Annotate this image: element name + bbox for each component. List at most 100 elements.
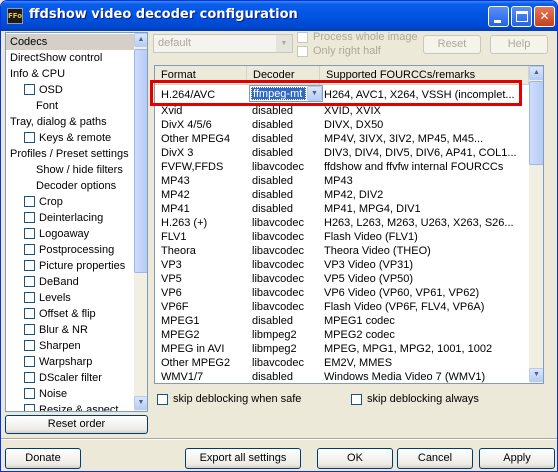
codec-row[interactable]: MPEG1 disabled MPEG1 codec [155, 314, 529, 328]
codec-list[interactable]: Format Decoder Supported FOURCCs/remarks… [154, 65, 544, 384]
tree-item-checkbox[interactable] [24, 372, 35, 383]
codec-row[interactable]: MP42 disabled MP42, DIV2 [155, 188, 529, 202]
tree-item-checkbox[interactable] [24, 132, 35, 143]
scroll-up-arrow-icon[interactable]: ▲ [529, 66, 543, 80]
codec-row[interactable]: MPEG in AVI libmpeg2 MPEG, MPG1, MPG2, 100… [155, 342, 529, 356]
fourcc-cell: MP43 [324, 175, 353, 187]
decoder-cell: disabled [252, 371, 293, 383]
decoder-cell: disabled [252, 203, 293, 215]
codec-row[interactable]: Other MPEG4 disabled MP4V, 3IVX, 3IV2, MP4… [155, 132, 529, 146]
format-cell: Xvid [161, 105, 183, 117]
reset-button[interactable]: Reset [423, 35, 481, 54]
codec-row[interactable]: H.263 (+) libavcodec H263, L263, M263, U26… [155, 216, 529, 230]
codec-row[interactable]: FLV1 libavcodec Flash Video (FLV1) [155, 230, 529, 244]
settings-tree[interactable]: ▲ ▼ Codecs DirectShow control Info & CPU OS… [5, 32, 148, 412]
ffdshow-app-icon[interactable]: FFo [7, 8, 23, 24]
title-bar[interactable]: FFo ffdshow video decoder configuration … [1, 1, 557, 31]
fourcc-cell: DIVX, DX50 [324, 119, 384, 131]
tree-item-checkbox[interactable] [24, 340, 35, 351]
cancel-button[interactable]: Cancel [397, 448, 473, 469]
codec-row[interactable]: WMV1/7 disabled Windows Media Video 7 (WMV… [155, 370, 529, 383]
checkbox-box[interactable] [157, 394, 168, 405]
tree-item-checkbox[interactable] [24, 324, 35, 335]
tree-item[interactable]: Codecs [6, 34, 134, 50]
decoder-cell: disabled [252, 105, 293, 117]
profile-select[interactable]: default ▼ [153, 34, 293, 53]
tree-item-checkbox[interactable] [24, 292, 35, 303]
codec-row[interactable]: Theora libavcodec Theora Video (THEO) [155, 244, 529, 258]
format-cell: FLV1 [161, 231, 187, 243]
tree-item-label: Resize & aspect [39, 404, 119, 412]
decoder-cell: libavcodec [252, 273, 304, 285]
decoder-cell: disabled [252, 175, 293, 187]
tree-item-label: Logoaway [39, 228, 90, 240]
decoder-cell: disabled [252, 133, 293, 145]
codec-row[interactable]: FVFW,FFDS libavcodec ffdshow and ffvfw int… [155, 160, 529, 174]
format-cell: VP3 [161, 259, 182, 271]
format-cell: MP43 [161, 175, 190, 187]
tree-item-checkbox[interactable] [24, 228, 35, 239]
tree-scroll-thumb[interactable] [134, 49, 147, 273]
format-cell: Other MPEG4 [161, 133, 231, 145]
tree-scrollbar[interactable]: ▲ ▼ [134, 33, 147, 411]
maximize-button[interactable] [511, 6, 532, 27]
codec-row[interactable]: Other MPEG2 libavcodec EM2V, MMES [155, 356, 529, 370]
fourcc-cell: MPEG1 codec [324, 315, 395, 327]
codec-row[interactable]: DivX 3 disabled DIV3, DIV4, DIV5, DIV6, AP… [155, 146, 529, 160]
fourcc-cell: VP3 Video (VP31) [324, 259, 414, 271]
maximize-icon [516, 11, 528, 22]
close-button[interactable]: ✕ [534, 6, 555, 27]
list-scrollbar[interactable]: ▲ ▼ [529, 66, 543, 383]
tree-item-checkbox[interactable] [24, 356, 35, 367]
codec-row[interactable]: VP3 libavcodec VP3 Video (VP31) [155, 258, 529, 272]
tree-item-checkbox[interactable] [24, 276, 35, 287]
fourcc-cell: ffdshow and ffvfw internal FOURCCs [324, 161, 504, 173]
chevron-down-icon[interactable]: ▼ [276, 35, 292, 52]
decoder-cell: disabled [252, 315, 293, 327]
scroll-up-arrow-icon[interactable]: ▲ [134, 33, 147, 47]
tree-item-label: OSD [39, 84, 63, 96]
tree-item-label: Profiles / Preset settings [10, 148, 129, 160]
decoder-cell: disabled [252, 147, 293, 159]
tree-item-checkbox[interactable] [24, 212, 35, 223]
list-scroll-thumb[interactable] [529, 81, 543, 165]
donate-button[interactable]: Donate [5, 448, 81, 469]
fourcc-cell: DIV3, DIV4, DIV5, DIV6, AP41, COL1... [324, 147, 517, 159]
tree-item-label: DeBand [39, 276, 79, 288]
tree-item-label: Picture properties [39, 260, 126, 272]
ok-button[interactable]: OK [317, 448, 393, 469]
minimize-button[interactable] [488, 6, 509, 27]
codec-row[interactable]: MPEG2 libmpeg2 MPEG2 codec [155, 328, 529, 342]
decoder-cell: libavcodec [252, 259, 304, 271]
help-button[interactable]: Help [490, 35, 548, 54]
profile-select-value: default [158, 37, 192, 49]
tree-item-checkbox[interactable] [24, 404, 35, 411]
tree-item-checkbox[interactable] [24, 388, 35, 399]
codec-row[interactable]: VP6 libavcodec VP6 Video (VP60, VP61, VP62… [155, 286, 529, 300]
format-cell: MPEG2 [161, 329, 200, 341]
codec-row[interactable]: MP43 disabled MP43 [155, 174, 529, 188]
codec-row[interactable]: Xvid disabled XVID, XVIX [155, 104, 529, 118]
tree-item-label: Crop [39, 196, 63, 208]
reset-order-button[interactable]: Reset order [5, 415, 148, 434]
scroll-down-arrow-icon[interactable]: ▼ [134, 396, 147, 410]
apply-button[interactable]: Apply [479, 448, 555, 469]
checkbox-box[interactable] [351, 394, 362, 405]
codec-row[interactable]: DivX 4/5/6 disabled DIVX, DX50 [155, 118, 529, 132]
tree-item-checkbox[interactable] [24, 260, 35, 271]
tree-item-checkbox[interactable] [24, 308, 35, 319]
export-all-settings-button[interactable]: Export all settings [185, 448, 301, 469]
skip-deblocking-safe-label: skip deblocking when safe [173, 393, 302, 405]
checkbox-box[interactable] [297, 46, 308, 57]
codec-row[interactable]: VP5 libavcodec VP5 Video (VP50) [155, 272, 529, 286]
format-cell: DivX 3 [161, 147, 194, 159]
codec-row[interactable]: MP41 disabled MP41, MPG4, DIV1 [155, 202, 529, 216]
scroll-down-arrow-icon[interactable]: ▼ [529, 368, 543, 382]
checkbox-box[interactable] [297, 32, 308, 43]
tree-item-checkbox[interactable] [24, 84, 35, 95]
codec-row[interactable]: VP6F libavcodec Flash Video (VP6F, FLV4, V… [155, 300, 529, 314]
tree-item-label: Sharpen [39, 340, 81, 352]
tree-item-label: Postprocessing [39, 244, 115, 256]
tree-item-checkbox[interactable] [24, 196, 35, 207]
tree-item-checkbox[interactable] [24, 244, 35, 255]
